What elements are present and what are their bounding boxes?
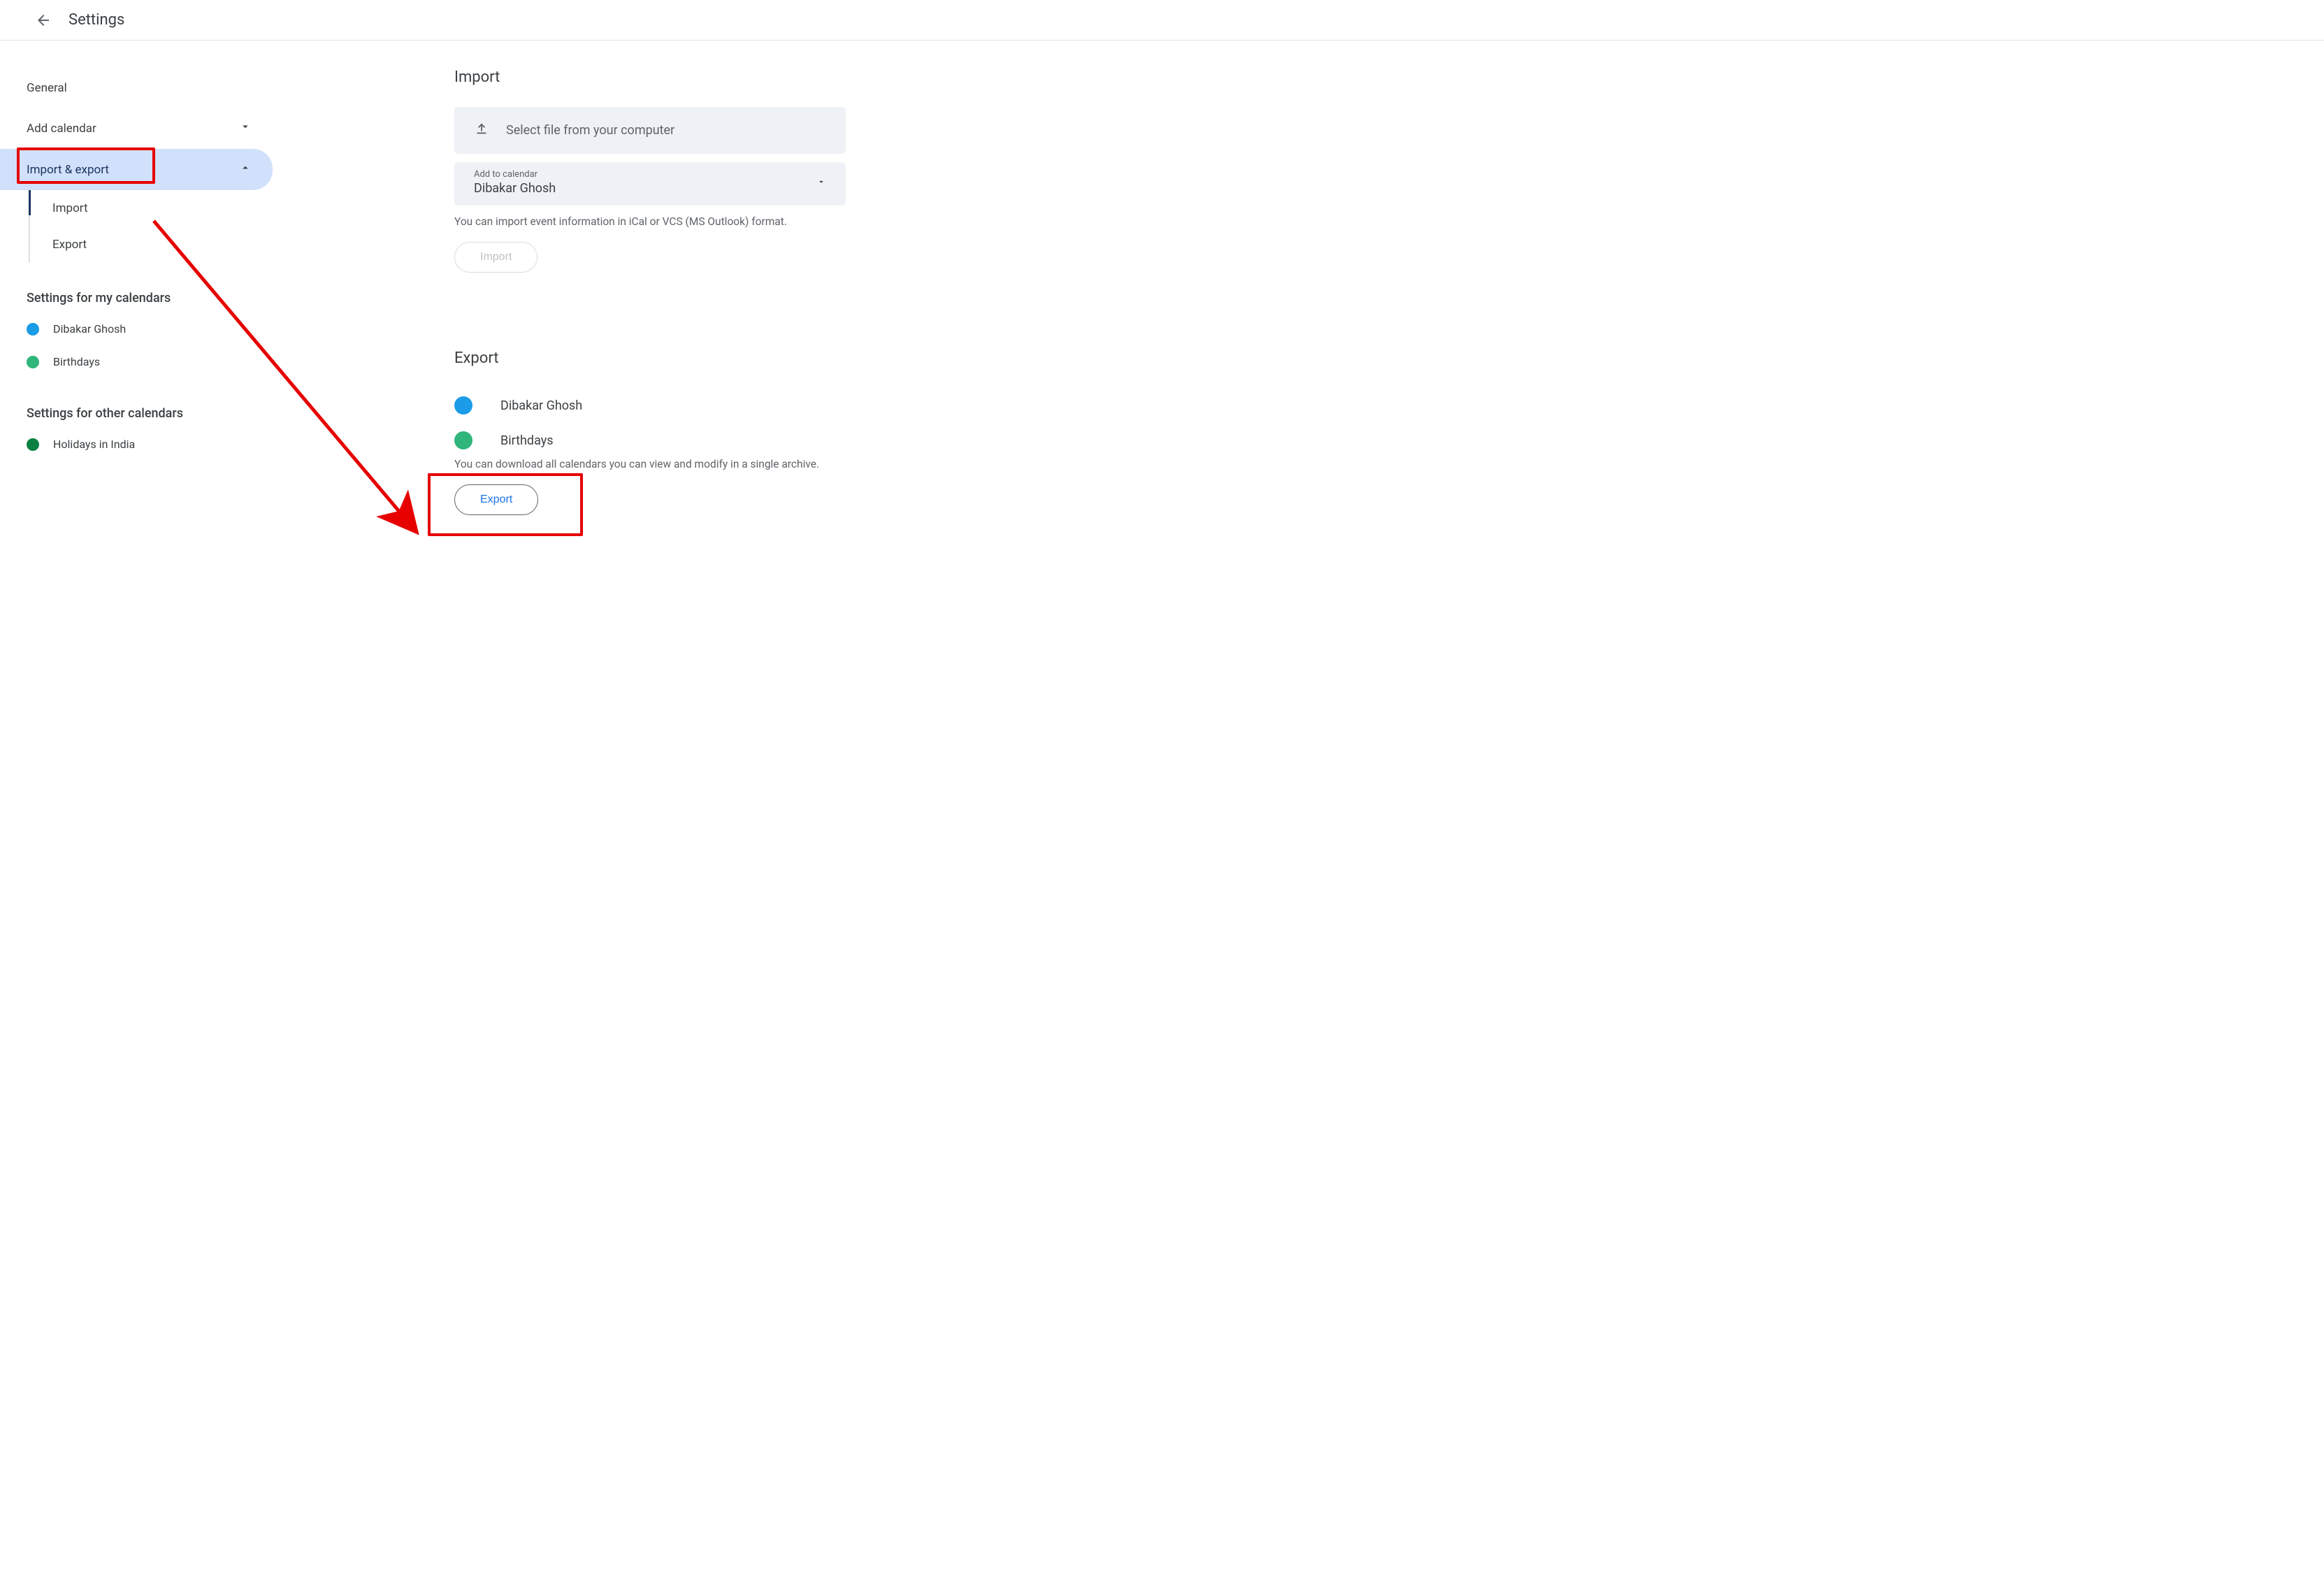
select-file-button[interactable]: Select file from your computer — [454, 107, 846, 154]
other-calendar-item[interactable]: Holidays in India — [27, 428, 273, 461]
export-calendar-item: Birthdays — [454, 423, 2296, 458]
export-help-text: You can download all calendars you can v… — [454, 458, 2296, 470]
calendar-color-dot — [27, 356, 39, 368]
sidebar-label: Import — [52, 201, 88, 215]
other-calendars-heading: Settings for other calendars — [27, 378, 273, 428]
sidebar-label: Add calendar — [27, 122, 96, 136]
container: General Add calendar Import & export Imp… — [0, 41, 2324, 515]
calendar-color-dot — [454, 431, 472, 449]
annotation-highlight-box — [17, 147, 155, 184]
import-export-subitems: Import Export — [29, 190, 273, 263]
calendar-color-dot — [27, 323, 39, 336]
sidebar-item-general[interactable]: General — [27, 69, 273, 108]
select-file-label: Select file from your computer — [506, 123, 674, 138]
dropdown-caret-icon — [816, 176, 826, 189]
add-to-calendar-dropdown[interactable]: Add to calendar Dibakar Ghosh — [454, 162, 846, 206]
sidebar-subitem-export[interactable]: Export — [30, 226, 273, 263]
header: Settings — [0, 0, 2324, 41]
sidebar-label: General — [27, 81, 67, 95]
calendar-color-dot — [27, 438, 39, 451]
annotation-highlight-box — [428, 473, 583, 536]
calendar-label: Holidays in India — [53, 438, 135, 451]
my-calendar-item[interactable]: Dibakar Ghosh — [27, 312, 273, 345]
import-button[interactable]: Import — [454, 242, 537, 273]
my-calendars-heading: Settings for my calendars — [27, 263, 273, 312]
page-title: Settings — [68, 11, 124, 29]
content: Import Select file from your computer Ad… — [273, 69, 2324, 515]
calendar-label: Dibakar Ghosh — [500, 398, 582, 413]
my-calendar-item[interactable]: Birthdays — [27, 345, 273, 378]
import-section-title: Import — [454, 69, 2296, 86]
back-arrow-icon[interactable] — [35, 12, 52, 29]
export-section-title: Export — [454, 349, 2296, 367]
export-section: Export Dibakar Ghosh Birthdays You can d… — [454, 349, 2296, 515]
upload-icon — [474, 121, 489, 140]
chevron-down-icon — [239, 120, 252, 136]
sidebar-item-add-calendar[interactable]: Add calendar — [27, 108, 273, 149]
calendar-color-dot — [454, 396, 472, 414]
sidebar-subitem-import[interactable]: Import — [30, 190, 273, 226]
import-help-text: You can import event information in iCal… — [454, 215, 2296, 228]
calendar-label: Dibakar Ghosh — [53, 322, 126, 336]
dropdown-label: Add to calendar — [474, 169, 556, 180]
sidebar-label: Export — [52, 238, 87, 252]
calendar-label: Birthdays — [53, 355, 100, 368]
dropdown-value: Dibakar Ghosh — [474, 181, 556, 196]
sidebar: General Add calendar Import & export Imp… — [0, 69, 273, 515]
chevron-up-icon — [239, 161, 252, 178]
export-calendar-item: Dibakar Ghosh — [454, 388, 2296, 423]
calendar-label: Birthdays — [500, 433, 554, 448]
